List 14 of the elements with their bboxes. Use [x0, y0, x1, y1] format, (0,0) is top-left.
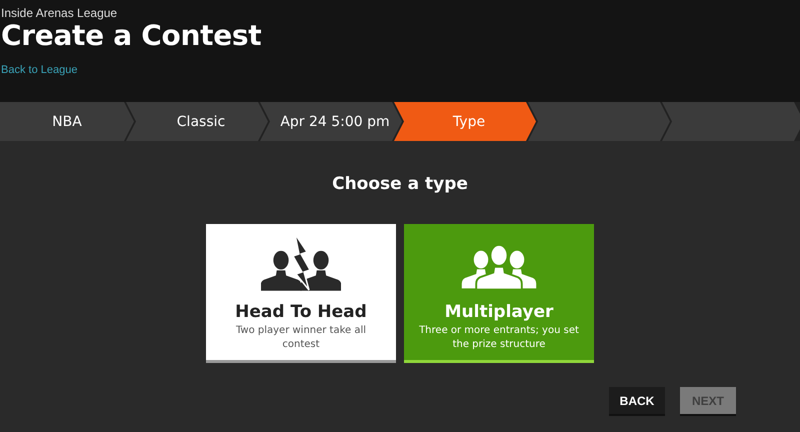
back-button[interactable]: BACK	[609, 387, 665, 414]
wizard-step[interactable]: NBA	[0, 102, 134, 141]
contest-type-card[interactable]: Multiplayer Three or more entrants; you set the prize structure	[404, 224, 594, 363]
wizard-step[interactable]: Classic	[126, 102, 268, 141]
card-description: Two player winner take all contest	[234, 324, 368, 352]
league-name: Inside Arenas League	[1, 6, 118, 20]
card-title: Head To Head	[235, 302, 367, 322]
contest-type-card[interactable]: Head To Head Two player winner take all contest	[206, 224, 396, 363]
card-description: Three or more entrants; you set the prize structure	[418, 324, 580, 352]
card-title: Multiplayer	[444, 302, 554, 322]
wizard-step[interactable]: Apr 24 5:00 pm	[260, 102, 402, 141]
section-heading: Choose a type	[332, 174, 468, 194]
page-title: Create a Contest	[1, 20, 262, 52]
back-link[interactable]: Back to League	[1, 64, 78, 76]
